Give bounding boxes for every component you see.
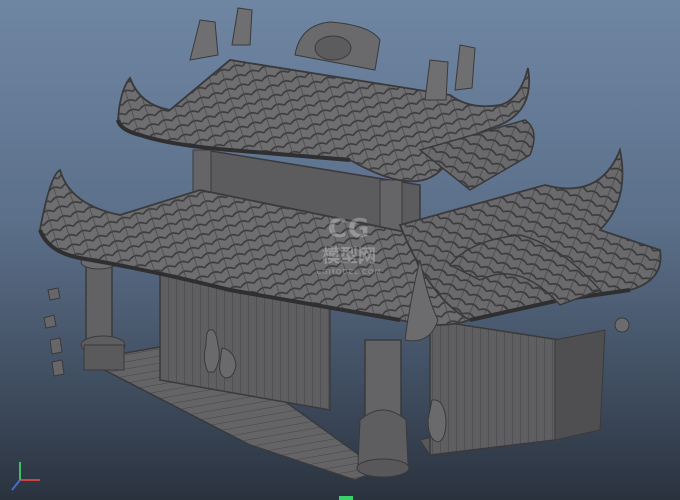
status-indicator (339, 496, 353, 500)
side-wing (429, 319, 606, 456)
pagoda-model[interactable] (0, 0, 680, 500)
axis-indicator (11, 462, 40, 491)
3d-viewport[interactable]: CG 模型网 CGMODEL.COM (0, 0, 680, 500)
left-column (43, 254, 126, 377)
front-column (356, 339, 410, 478)
